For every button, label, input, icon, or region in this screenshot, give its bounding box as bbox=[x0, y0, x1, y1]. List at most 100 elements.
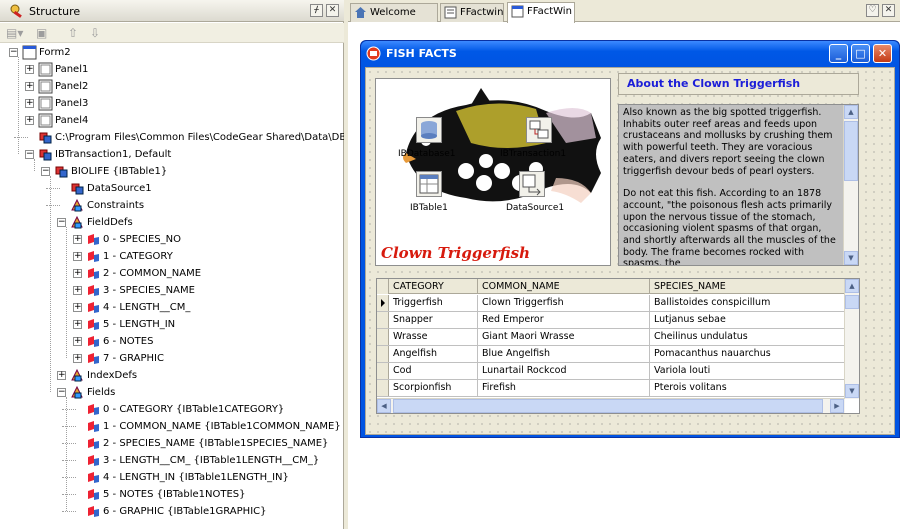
table-cell[interactable]: Red Emperor bbox=[478, 312, 650, 328]
collapse-icon[interactable]: − bbox=[57, 218, 66, 227]
column-header-common-name[interactable]: COMMON_NAME bbox=[478, 279, 650, 294]
current-row-indicator[interactable] bbox=[377, 295, 389, 311]
tree-node[interactable]: +5 - LENGTH_IN bbox=[0, 316, 344, 333]
tree-node[interactable]: C:\Program Files\Common Files\CodeGear S… bbox=[0, 129, 377, 146]
ibtable-component[interactable] bbox=[416, 171, 442, 197]
scroll-down-icon[interactable]: ▼ bbox=[845, 384, 859, 398]
tree-node[interactable]: + Panel1 bbox=[0, 61, 344, 78]
tree-node[interactable]: 6 - GRAPHIC {IBTable1GRAPHIC} bbox=[0, 503, 344, 520]
scroll-right-icon[interactable]: ▶ bbox=[830, 399, 844, 413]
collapse-icon[interactable]: − bbox=[57, 388, 66, 397]
expand-icon[interactable]: + bbox=[73, 337, 82, 346]
ibtransaction-component[interactable] bbox=[526, 117, 552, 143]
tree-node[interactable]: +2 - COMMON_NAME bbox=[0, 265, 344, 282]
tree-node[interactable]: − Form2 bbox=[0, 44, 344, 61]
table-cell[interactable]: Pterois volitans bbox=[650, 380, 845, 396]
table-row[interactable]: Cod Lunartail Rockcod Variola louti bbox=[377, 363, 845, 380]
collapse-icon[interactable]: − bbox=[25, 150, 34, 159]
tree-node[interactable]: 4 - LENGTH_IN {IBTable1LENGTH_IN} bbox=[0, 469, 344, 486]
tab-list-icon[interactable]: ♡ bbox=[866, 4, 879, 17]
column-header-species-name[interactable]: SPECIES_NAME bbox=[650, 279, 845, 294]
table-cell[interactable]: Blue Angelfish bbox=[478, 346, 650, 362]
tree-node[interactable]: 0 - CATEGORY {IBTable1CATEGORY} bbox=[0, 401, 344, 418]
table-cell[interactable]: Scorpionfish bbox=[389, 380, 478, 396]
folder-icon[interactable]: ▤▾ bbox=[6, 26, 23, 40]
tree-node[interactable]: − BIOLIFE {IBTable1} bbox=[0, 163, 344, 180]
ibdatabase-component[interactable] bbox=[416, 117, 442, 143]
tree-node[interactable]: + Panel2 bbox=[0, 78, 344, 95]
datasource-component[interactable] bbox=[519, 171, 545, 197]
table-cell[interactable]: Firefish bbox=[478, 380, 650, 396]
table-row[interactable]: Angelfish Blue Angelfish Pomacanthus nauar… bbox=[377, 346, 845, 363]
expand-icon[interactable]: + bbox=[73, 235, 82, 244]
table-cell[interactable]: Cod bbox=[389, 363, 478, 379]
table-cell[interactable]: Variola louti bbox=[650, 363, 845, 379]
expand-icon[interactable]: + bbox=[73, 269, 82, 278]
tree-node[interactable]: Constraints bbox=[0, 197, 344, 214]
table-cell[interactable]: Triggerfish bbox=[389, 295, 478, 311]
row-indicator[interactable] bbox=[377, 380, 389, 396]
tree-node[interactable]: 5 - NOTES {IBTable1NOTES} bbox=[0, 486, 344, 503]
table-row[interactable]: Wrasse Giant Maori Wrasse Cheilinus undula… bbox=[377, 329, 845, 346]
scroll-up-icon[interactable]: ▲ bbox=[845, 279, 859, 293]
scroll-left-icon[interactable]: ◀ bbox=[377, 399, 391, 413]
expand-icon[interactable]: + bbox=[73, 320, 82, 329]
table-cell[interactable]: Snapper bbox=[389, 312, 478, 328]
tree-node[interactable]: 1 - COMMON_NAME {IBTable1COMMON_NAME} bbox=[0, 418, 344, 435]
expand-icon[interactable]: + bbox=[25, 99, 34, 108]
expand-icon[interactable]: + bbox=[73, 286, 82, 295]
tree-node[interactable]: +4 - LENGTH__CM_ bbox=[0, 299, 344, 316]
tree-node[interactable]: +1 - CATEGORY bbox=[0, 248, 344, 265]
table-cell[interactable]: Clown Triggerfish bbox=[478, 295, 650, 311]
table-cell[interactable]: Angelfish bbox=[389, 346, 478, 362]
expand-icon[interactable]: + bbox=[57, 371, 66, 380]
close-icon[interactable]: ✕ bbox=[326, 4, 339, 17]
collapse-icon[interactable]: − bbox=[41, 167, 50, 176]
expand-icon[interactable]: + bbox=[25, 82, 34, 91]
expand-icon[interactable]: + bbox=[73, 303, 82, 312]
minimize-button[interactable]: _ bbox=[829, 44, 848, 63]
table-cell[interactable]: Ballistoides conspicillum bbox=[650, 295, 845, 311]
scroll-down-icon[interactable]: ▼ bbox=[844, 251, 858, 265]
table-row[interactable]: Snapper Red Emperor Lutjanus sebae bbox=[377, 312, 845, 329]
tree-node[interactable]: + Panel3 bbox=[0, 95, 344, 112]
open-folder-icon[interactable]: ▣ bbox=[36, 26, 47, 40]
collapse-icon[interactable]: − bbox=[9, 48, 18, 57]
row-indicator[interactable] bbox=[377, 346, 389, 362]
scroll-thumb[interactable] bbox=[393, 399, 823, 413]
tree-node[interactable]: 3 - LENGTH__CM_ {IBTable1LENGTH__CM_} bbox=[0, 452, 344, 469]
tree-node[interactable]: − FieldDefs bbox=[0, 214, 344, 231]
tab-ffactwin-unit[interactable]: FFactwin bbox=[440, 3, 504, 22]
close-button[interactable]: ✕ bbox=[873, 44, 892, 63]
scroll-thumb[interactable] bbox=[845, 295, 859, 309]
tree-node[interactable]: 2 - SPECIES_NAME {IBTable1SPECIES_NAME} bbox=[0, 435, 344, 452]
table-cell[interactable]: Giant Maori Wrasse bbox=[478, 329, 650, 345]
tree-node[interactable]: +6 - NOTES bbox=[0, 333, 344, 350]
pin-icon[interactable]: ᚋ bbox=[310, 4, 323, 17]
tab-welcome-page[interactable]: Welcome Page bbox=[350, 3, 438, 35]
grid-horizontal-scrollbar[interactable]: ◀ ▶ bbox=[377, 398, 845, 413]
tree-node[interactable]: DataSource1 bbox=[0, 180, 344, 197]
tree-node[interactable]: − IBTransaction1, Default bbox=[0, 146, 344, 163]
table-cell[interactable]: Lunartail Rockcod bbox=[478, 363, 650, 379]
scroll-thumb[interactable] bbox=[844, 121, 858, 181]
grid-vertical-scrollbar[interactable]: ▲ ▼ bbox=[844, 279, 859, 399]
tree-node[interactable]: + Panel4 bbox=[0, 112, 344, 129]
row-indicator[interactable] bbox=[377, 312, 389, 328]
fish-grid[interactable]: CATEGORY COMMON_NAME SPECIES_NAME Trigge… bbox=[376, 278, 860, 414]
tab-ffactwin-form[interactable]: FFactWin bbox=[507, 2, 575, 23]
notes-scrollbar[interactable]: ▲ ▼ bbox=[843, 105, 858, 265]
tree-node[interactable]: +0 - SPECIES_NO bbox=[0, 231, 344, 248]
table-cell[interactable]: Pomacanthus nauarchus bbox=[650, 346, 845, 362]
maximize-button[interactable]: □ bbox=[851, 44, 870, 63]
table-cell[interactable]: Wrasse bbox=[389, 329, 478, 345]
row-indicator[interactable] bbox=[377, 363, 389, 379]
column-header-category[interactable]: CATEGORY bbox=[389, 279, 478, 294]
tree-node[interactable]: − Fields bbox=[0, 384, 344, 401]
table-row[interactable]: Triggerfish Clown Triggerfish Ballistoides… bbox=[377, 295, 845, 312]
arrow-down-icon[interactable]: ⇩ bbox=[90, 26, 100, 40]
table-cell[interactable]: Lutjanus sebae bbox=[650, 312, 845, 328]
table-cell[interactable]: Cheilinus undulatus bbox=[650, 329, 845, 345]
tree-node[interactable]: +3 - SPECIES_NAME bbox=[0, 282, 344, 299]
notes-memo[interactable]: Also known as the big spotted triggerfis… bbox=[618, 104, 859, 266]
